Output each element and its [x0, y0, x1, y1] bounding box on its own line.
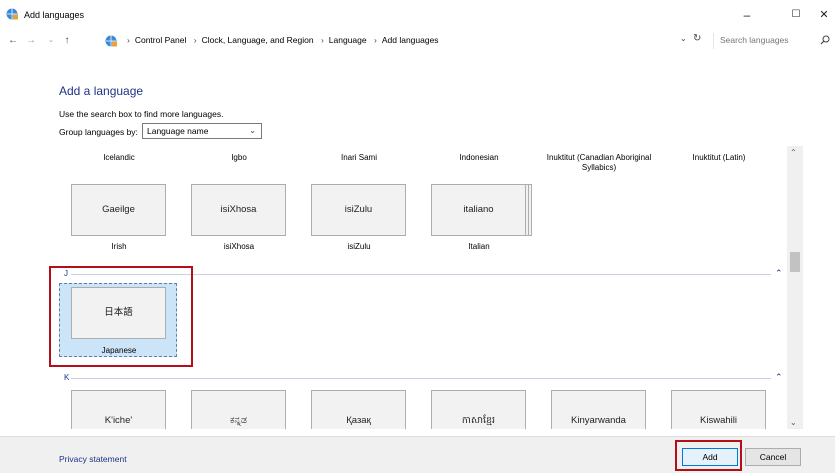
search-input[interactable]	[720, 35, 810, 45]
breadcrumb-item[interactable]: Clock, Language, and Region	[202, 35, 314, 45]
privacy-statement-link[interactable]: Privacy statement	[59, 454, 127, 464]
highlight-box	[49, 266, 193, 367]
close-button[interactable]: ✕	[813, 5, 835, 25]
page-title: Add a language	[59, 84, 144, 98]
group-by-label: Group languages by:	[59, 127, 138, 137]
address-bar: ← → ⌄ ↑ › Control Panel › Clock, Language,…	[0, 31, 835, 51]
language-tile-kinyarwanda[interactable]: Kinyarwanda	[551, 390, 646, 429]
window-title: Add languages	[24, 10, 85, 20]
control-panel-icon	[105, 35, 117, 47]
scroll-thumb[interactable]	[790, 252, 800, 272]
refresh-icon[interactable]: ↻	[693, 33, 701, 44]
globe-icon	[6, 8, 18, 20]
highlight-box	[675, 440, 742, 471]
language-tile-italian[interactable]: italiano	[431, 184, 526, 236]
scrollbar[interactable]: ⌃ ⌄	[787, 146, 803, 429]
collapse-group-icon[interactable]: ⌃	[775, 268, 783, 279]
breadcrumb[interactable]: › Control Panel › Clock, Language, and Reg…	[104, 33, 680, 49]
up-arrow-icon[interactable]: ↑	[60, 33, 74, 49]
language-tile-kannada[interactable]: ಕನ್ನಡ	[191, 390, 286, 429]
breadcrumb-path: › Control Panel › Clock, Language, and Reg…	[127, 35, 439, 45]
language-tile-irish[interactable]: Gaeilge	[71, 184, 166, 236]
collapse-group-icon[interactable]: ⌃	[775, 372, 783, 383]
language-label[interactable]: Indonesian	[419, 153, 539, 163]
language-label[interactable]: Inuktitut (Canadian Aboriginal Syllabics…	[539, 153, 659, 173]
maximize-button[interactable]: ☐	[785, 5, 807, 25]
language-tile-kiche[interactable]: K'iche'	[71, 390, 166, 429]
title-bar: Add languages – ☐ ✕	[0, 0, 835, 30]
breadcrumb-item[interactable]: Language	[329, 35, 367, 45]
search-icon[interactable]	[820, 35, 830, 45]
scroll-up-icon[interactable]: ⌃	[790, 148, 797, 157]
scroll-down-icon[interactable]: ⌄	[790, 418, 797, 427]
address-dropdown-icon[interactable]: ⌄	[680, 34, 687, 43]
chevron-down-icon: ⌄	[249, 126, 256, 135]
breadcrumb-item[interactable]: Add languages	[382, 35, 439, 45]
language-tile-isizulu[interactable]: isiZulu	[311, 184, 406, 236]
breadcrumb-item[interactable]: Control Panel	[135, 35, 187, 45]
back-arrow-icon[interactable]: ←	[6, 33, 20, 49]
language-label[interactable]: Italian	[419, 242, 539, 251]
forward-arrow-icon[interactable]: →	[24, 33, 38, 49]
language-tile-isixhosa[interactable]: isiXhosa	[191, 184, 286, 236]
language-label[interactable]: Igbo	[179, 153, 299, 163]
language-tile-kazakh[interactable]: Қазақ	[311, 390, 406, 429]
group-by-value: Language name	[147, 126, 209, 136]
language-tile-khmer[interactable]: កាសាខ្មែរ	[431, 390, 526, 429]
cancel-button[interactable]: Cancel	[745, 448, 801, 466]
minimize-button[interactable]: –	[736, 5, 758, 25]
group-by-select[interactable]: Language name ⌄	[142, 123, 262, 139]
language-label[interactable]: Inuktitut (Latin)	[659, 153, 779, 163]
instructions-text: Use the search box to find more language…	[59, 109, 224, 119]
group-divider	[71, 378, 771, 379]
search-box[interactable]	[713, 33, 834, 49]
language-label[interactable]: isiXhosa	[179, 242, 299, 251]
group-header-k: K	[64, 373, 70, 382]
language-tile-kiswahili[interactable]: Kiswahili	[671, 390, 766, 429]
language-label[interactable]: isiZulu	[299, 242, 419, 251]
recent-locations-icon[interactable]: ⌄	[44, 33, 58, 49]
language-label[interactable]: Inari Sami	[299, 153, 419, 163]
language-label[interactable]: Irish	[59, 242, 179, 251]
language-label[interactable]: Icelandic	[59, 153, 179, 163]
